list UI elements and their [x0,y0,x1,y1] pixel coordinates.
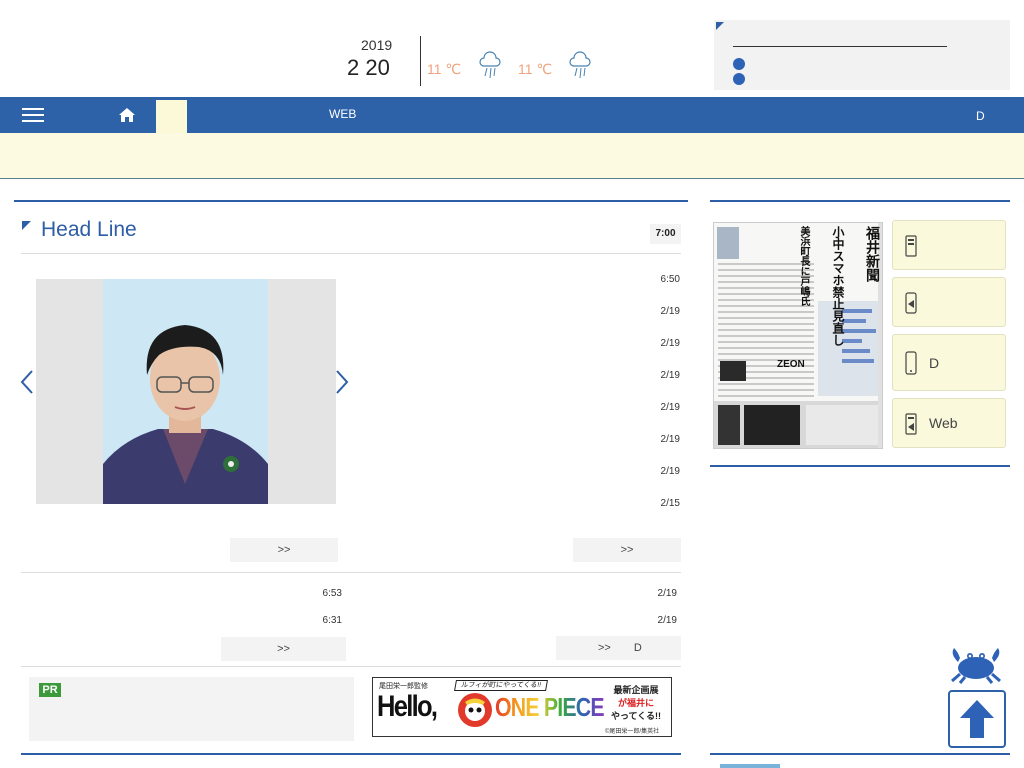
news-time: 2/19 [660,370,680,381]
newspaper-ad-text: ZEON [777,359,805,370]
section-bottom-border [710,465,1010,467]
news-time: 2/19 [660,434,680,445]
one-piece-banner[interactable]: 尾田栄一郎監修 ルフィが町にやってくる!! Hello, ONE PIECE 最… [372,677,672,737]
banner-tag: ルフィが町にやってくる!! [454,680,548,691]
chevron-left-icon[interactable] [20,369,34,395]
newspaper-thumbnail[interactable]: 福井新聞 小中スマホ禁止見直し 美浜町長に戸嶋氏 ZEON [713,222,883,449]
section-top-border [21,753,681,755]
banner-right-text: 最新企画展 が福井に やってくる!! [605,684,667,723]
phone-icon [905,351,917,375]
arrow-up-icon [960,700,994,738]
banner-right-line-3: やってくる!! [610,711,662,721]
crab-icon[interactable] [948,644,1004,684]
divider [21,253,681,254]
notice-box [714,20,1010,90]
corner-triangle-icon [716,22,724,30]
service-button-2[interactable] [892,277,1006,327]
headline-time: 7:00 [650,224,681,244]
site-header: 2019 2 20 11 ℃ 11 ℃ [0,0,1024,97]
more-link-d[interactable]: >> D [556,636,681,660]
pr-badge: PR [39,683,61,697]
main-nav: WEB D [0,97,1024,133]
banner-title: ONE PIECE [495,692,605,722]
news-time: 6:50 [660,274,680,285]
notice-divider [733,46,947,47]
section-top-border [710,753,1010,755]
temperature-tomorrow: 11 ℃ [518,61,553,77]
temperature-today: 11 ℃ [427,61,462,77]
banner-right-line-2: が福井に [617,698,654,708]
menu-icon[interactable] [22,108,44,122]
pr-box[interactable]: PR [29,677,354,741]
next-section-thumbnail [720,764,780,768]
nav-d-link[interactable]: D [976,109,985,123]
date-day: 2 20 [347,55,390,80]
news-time: 2/19 [657,615,677,626]
back-to-top-button[interactable] [948,690,1006,748]
tab-active[interactable] [156,100,187,133]
more-link-suffix: D [633,642,642,654]
portrait-image [103,325,268,504]
divider [420,36,421,86]
news-ticker[interactable] [0,133,1024,179]
more-link[interactable]: >> [221,637,346,661]
service-label: D [929,355,940,371]
service-label: Web [929,415,958,431]
rain-icon [569,51,591,79]
chevron-right-icon[interactable] [335,369,349,395]
news-time: 2/19 [660,306,680,317]
news-time: 2/19 [660,466,680,477]
divider [21,666,681,667]
section-top-border [710,200,1010,202]
section-top-border [14,200,688,202]
service-button-3[interactable]: D [892,334,1006,391]
nav-web-link[interactable]: WEB [329,107,356,121]
skull-icon [458,693,492,727]
newspaper-masthead: 福井新聞 [865,226,881,282]
notice-bullet-1[interactable] [733,58,745,70]
newspaper-headline: 小中スマホ禁止見直し [831,226,845,346]
news-time: 6:53 [322,588,342,599]
headline-photo[interactable] [36,279,336,504]
news-time: 2/19 [657,588,677,599]
phone-icon [905,292,917,314]
corner-triangle-icon [22,221,31,230]
home-icon[interactable] [118,107,136,123]
more-link[interactable]: >> [230,538,338,562]
divider [21,572,681,573]
banner-hello: Hello, [377,690,438,723]
news-time: 2/19 [660,338,680,349]
news-time: 2/15 [660,498,680,509]
tablet-icon [905,235,917,257]
notice-bullet-2[interactable] [733,73,745,85]
news-time: 2/19 [660,402,680,413]
banner-copyright: ©尾田栄一郎/集英社 [605,729,660,735]
rain-icon [479,51,501,79]
service-button-1[interactable] [892,220,1006,270]
more-link[interactable]: >> [573,538,681,562]
news-time: 6:31 [322,615,342,626]
service-button-4[interactable]: Web [892,398,1006,448]
more-link-label: >> [598,642,611,654]
tablet-icon [905,413,917,435]
headline-title: Head Line [41,218,137,241]
newspaper-subheadline: 美浜町長に戸嶋氏 [798,226,809,306]
banner-right-line-1: 最新企画展 [613,685,659,695]
date-year: 2019 [361,37,393,53]
